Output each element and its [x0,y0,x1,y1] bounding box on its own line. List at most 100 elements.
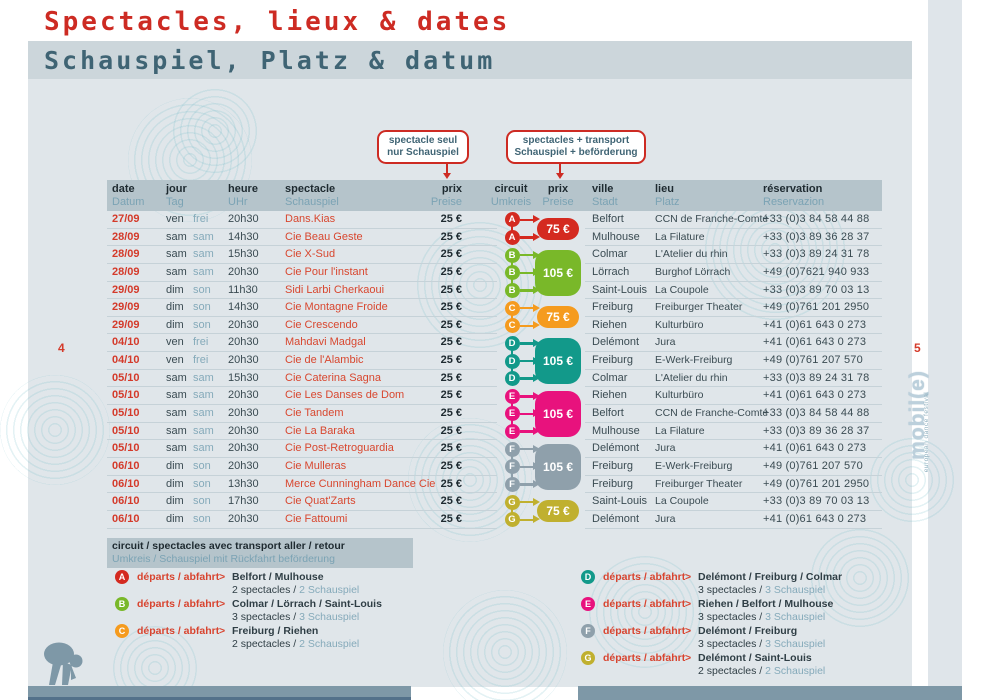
reservation-phone-cell: +49 (0)7621 940 933 [763,264,869,282]
spectacle-count: 2 spectacles / 2 Schauspiel [232,584,359,597]
spectacle-cell: Cie Pour l'instant [285,264,368,282]
time-cell: 15h30 [228,370,259,388]
spectacle-count: 3 spectacles / 3 Schauspiel [232,611,359,624]
header-heure: heureUHr [228,183,258,209]
arrow-right-icon: > [685,652,691,665]
day-de-cell: sam [193,370,214,388]
day-fr-cell: dim [166,282,184,300]
departure-cities: Freiburg / Riehen [232,625,318,638]
table-row: 06/10 dim son 20h30 Cie Fattoumi 25 € De… [107,511,882,529]
time-cell: 14h30 [228,229,259,247]
page-title-german: Schauspiel, Platz & datum [44,46,495,75]
date-cell: 05/10 [112,387,140,405]
city-cell: Saint-Louis [592,493,647,511]
day-de-cell: son [193,317,211,335]
legend-title-french: circuit / spectacles avec transport alle… [112,540,413,553]
spectacle-cell: Cie Beau Geste [285,229,363,247]
day-de-cell: son [193,511,211,529]
day-fr-cell: dim [166,511,184,529]
date-cell: 29/09 [112,282,140,300]
date-cell: 06/10 [112,458,140,476]
reservation-phone-cell: +33 (0)3 89 24 31 78 [763,246,869,264]
circuit-letter-badge: A [115,570,129,584]
circuit-letter-badge: B [115,597,129,611]
day-fr-cell: ven [166,334,184,352]
title-band: Schauspiel, Platz & datum [28,41,912,79]
date-cell: 06/10 [112,476,140,494]
circuit-letter-badge: C [115,624,129,638]
price-cell: 25 € [382,387,462,405]
spectacle-cell: Cie Quat'Zarts [285,493,356,511]
reservation-phone-cell: +33 (0)3 89 70 03 13 [763,493,869,511]
table-row: 05/10 sam sam 20h30 Cie Tandem 25 € Belf… [107,405,882,423]
callout-transport-de: Schauspiel + beförderung [510,147,642,159]
venue-cell: Jura [655,334,675,352]
city-cell: Freiburg [592,299,633,317]
reservation-phone-cell: +33 (0)3 89 36 28 37 [763,229,869,247]
day-de-cell: sam [193,246,214,264]
time-cell: 20h30 [228,211,259,229]
arrow-right-icon: > [219,625,225,638]
time-cell: 20h30 [228,511,259,529]
departure-cities: Belfort / Mulhouse [232,571,324,584]
right-page-sliver [928,0,962,687]
header-lieu: lieuPlatz [655,183,679,209]
price-cell: 25 € [382,211,462,229]
spectacle-count: 2 spectacles / 2 Schauspiel [232,638,359,651]
circuit-letter-badge: F [581,624,595,638]
day-fr-cell: ven [166,352,184,370]
time-cell: 20h30 [228,387,259,405]
city-cell: Colmar [592,370,627,388]
table-row: 06/10 dim son 17h30 Cie Quat'Zarts 25 € … [107,493,882,511]
ripple-decoration [0,375,110,485]
venue-cell: La Filature [655,423,705,441]
price-cell: 25 € [382,423,462,441]
reservation-phone-cell: +41 (0)61 643 0 273 [763,387,866,405]
date-cell: 06/10 [112,511,140,529]
reservation-phone-cell: +33 (0)3 89 70 03 13 [763,282,869,300]
price-cell: 25 € [382,493,462,511]
price-cell: 25 € [382,264,462,282]
callout-spectacles-transport: spectacles + transport Schauspiel + befö… [506,130,646,164]
reservation-phone-cell: +49 (0)761 207 570 [763,458,863,476]
day-de-cell: son [193,493,211,511]
departure-label: départs / abfahrt [137,571,219,584]
city-cell: Freiburg [592,352,633,370]
departure-cities: Riehen / Belfort / Mulhouse [698,598,833,611]
callout-solo-de: nur Schauspiel [381,147,465,159]
table-row: 29/09 dim son 20h30 Cie Crescendo 25 € R… [107,317,882,335]
header-spectacle: spectacleSchauspiel [285,183,339,209]
reservation-phone-cell: +41 (0)61 643 0 273 [763,334,866,352]
spectacle-cell: Cie Mulleras [285,458,346,476]
header-prix: prixPreise [382,183,462,209]
spectacle-cell: Sidi Larbi Cherkaoui [285,282,384,300]
day-de-cell: son [193,282,211,300]
time-cell: 20h30 [228,423,259,441]
city-cell: Lörrach [592,264,629,282]
day-fr-cell: sam [166,405,187,423]
date-cell: 05/10 [112,423,140,441]
table-row: 06/10 dim son 20h30 Cie Mulleras 25 € Fr… [107,458,882,476]
day-de-cell: frei [193,352,208,370]
circuit-letter-badge: E [581,597,595,611]
day-fr-cell: sam [166,370,187,388]
venue-cell: Freiburger Theater [655,299,742,317]
price-cell: 25 € [382,511,462,529]
city-cell: Mulhouse [592,423,640,441]
venue-cell: La Filature [655,229,705,247]
time-cell: 20h30 [228,334,259,352]
table-row: 04/10 ven frei 20h30 Mahdavi Madgal 25 €… [107,334,882,352]
city-cell: Delémont [592,440,639,458]
spectacle-cell: Mahdavi Madgal [285,334,366,352]
down-arrow-icon [446,162,448,173]
day-fr-cell: dim [166,458,184,476]
day-fr-cell: dim [166,317,184,335]
venue-cell: Kulturbüro [655,387,703,405]
day-fr-cell: sam [166,440,187,458]
price-cell: 25 € [382,440,462,458]
price-cell: 25 € [382,476,462,494]
day-de-cell: frei [193,211,208,229]
spectacle-cell: Cie Post-Retroguardia [285,440,394,458]
date-cell: 29/09 [112,317,140,335]
spectacle-cell: Cie Tandem [285,405,344,423]
